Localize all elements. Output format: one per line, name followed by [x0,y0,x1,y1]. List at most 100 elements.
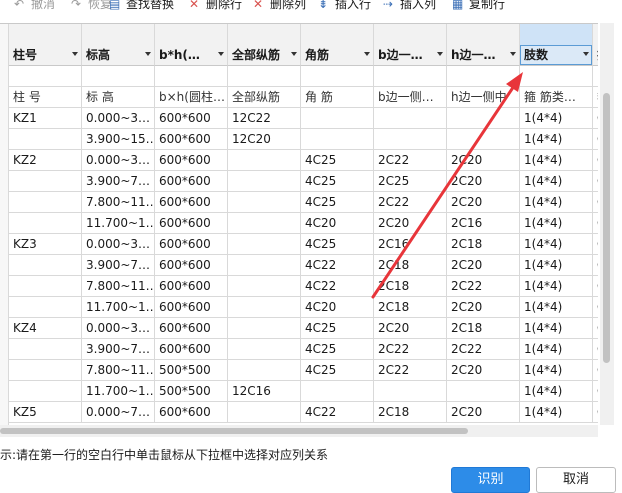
table-cell[interactable]: 0.000~3… [82,318,155,339]
table-cell[interactable]: 1(4*4) [520,360,593,381]
table-cell[interactable] [228,360,301,381]
table-cell[interactable]: 12C22 [228,108,301,129]
table-cell[interactable]: 2C18 [447,318,520,339]
table-cell[interactable]: C [593,129,598,150]
blank-cell[interactable] [228,66,301,87]
table-cell[interactable]: 12C16 [228,381,301,402]
column-mapping-dropdown[interactable]: 肢数 [520,24,593,66]
table-cell[interactable] [228,402,301,423]
table-cell[interactable]: C [593,108,598,129]
table-cell[interactable]: 4C25 [301,339,374,360]
table-cell[interactable]: 1(4*4) [520,255,593,276]
table-row[interactable]: KZ20.000~3…600*600 4C252C222C201(4*4)C [0,150,598,171]
table-cell[interactable] [228,339,301,360]
table-cell[interactable] [9,192,82,213]
table-cell[interactable]: 1(4*4) [520,381,593,402]
table-cell[interactable]: 600*600 [155,171,228,192]
table-cell[interactable]: 7.800~11… [82,192,155,213]
table-cell[interactable]: C [593,276,598,297]
table-cell[interactable] [374,381,447,402]
table-cell[interactable] [228,255,301,276]
column-mapping-dropdown[interactable]: 拉 [593,24,598,66]
table-cell[interactable]: KZ5 [9,402,82,423]
table-cell[interactable] [447,129,520,150]
column-mapping-dropdown[interactable]: h边一… [447,24,520,66]
table-cell[interactable]: 4C20 [301,213,374,234]
table-cell[interactable]: 1(4*4) [520,297,593,318]
table-cell[interactable]: KZ4 [9,318,82,339]
table-cell[interactable]: 1(4*4) [520,129,593,150]
table-cell[interactable]: 2C22 [374,360,447,381]
table-cell[interactable]: 1(4*4) [520,192,593,213]
table-cell[interactable] [9,255,82,276]
table-cell[interactable]: 500*500 [155,381,228,402]
horizontal-scrollbar-thumb[interactable] [0,428,468,434]
toolbar-item[interactable]: ✕ 删除列 [253,0,306,12]
table-row[interactable]: 7.800~11…600*600 4C252C222C201(4*4)C [0,192,598,213]
table-cell[interactable]: 600*600 [155,213,228,234]
table-cell[interactable] [374,108,447,129]
table-cell[interactable]: 600*600 [155,129,228,150]
blank-cell[interactable] [9,66,82,87]
chevron-down-icon[interactable] [583,52,589,56]
table-cell[interactable] [228,234,301,255]
table-cell[interactable]: 2C22 [374,150,447,171]
table-cell[interactable] [228,318,301,339]
table-cell[interactable]: 2C20 [374,213,447,234]
table-row[interactable]: KZ40.000~3…600*600 4C252C202C181(4*4)C [0,318,598,339]
table-row[interactable]: 7.800~11…500*500 4C252C222C201(4*4)C [0,360,598,381]
vertical-scrollbar[interactable] [600,23,614,425]
table-cell[interactable]: 11.700~1… [82,381,155,402]
table-row[interactable]: 3.900~7…600*600 4C222C182C201(4*4)C [0,255,598,276]
chevron-down-icon[interactable] [364,52,370,56]
table-cell[interactable]: 7.800~11… [82,276,155,297]
table-cell[interactable] [9,213,82,234]
table-cell[interactable]: 2C22 [374,339,447,360]
column-mapping-dropdown[interactable]: 柱号 [9,24,82,66]
table-cell[interactable]: 1(4*4) [520,339,593,360]
table-cell[interactable]: 4C25 [301,234,374,255]
table-cell[interactable]: 2C16 [447,213,520,234]
table-cell[interactable]: 4C22 [301,276,374,297]
table-cell[interactable] [9,381,82,402]
table-row[interactable]: 7.800~11…600*600 4C222C182C221(4*4)C [0,276,598,297]
table-cell[interactable]: 2C20 [447,255,520,276]
table-cell[interactable]: 4C25 [301,192,374,213]
table-cell[interactable]: 2C16 [374,234,447,255]
table-cell[interactable]: 600*600 [155,255,228,276]
table-cell[interactable]: 2C20 [447,171,520,192]
table-cell[interactable] [9,171,82,192]
table-cell[interactable] [9,276,82,297]
table-cell[interactable]: C [593,171,598,192]
chevron-down-icon[interactable] [218,52,224,56]
table-cell[interactable]: 2C20 [447,192,520,213]
table-cell[interactable]: 12C20 [228,129,301,150]
table-cell[interactable]: C [593,255,598,276]
table-cell[interactable]: 2C18 [374,255,447,276]
table-cell[interactable] [9,360,82,381]
table-cell[interactable] [374,129,447,150]
table-cell[interactable] [9,297,82,318]
table-cell[interactable]: 4C25 [301,150,374,171]
blank-cell[interactable] [593,66,598,87]
column-mapping-dropdown[interactable]: 标高 [82,24,155,66]
table-cell[interactable]: 600*600 [155,192,228,213]
blank-cell[interactable] [301,66,374,87]
table-cell[interactable]: 3.900~7… [82,255,155,276]
table-cell[interactable]: 2C20 [447,150,520,171]
table-cell[interactable] [228,150,301,171]
table-cell[interactable]: 2C20 [447,297,520,318]
blank-cell[interactable] [520,66,593,87]
table-cell[interactable]: 600*600 [155,234,228,255]
table-cell[interactable]: 600*600 [155,318,228,339]
chevron-down-icon[interactable] [145,52,151,56]
table-cell[interactable] [9,339,82,360]
table-cell[interactable] [228,297,301,318]
table-cell[interactable]: 2C22 [447,339,520,360]
table-cell[interactable]: KZ2 [9,150,82,171]
table-cell[interactable]: C [593,339,598,360]
table-cell[interactable]: 1(4*4) [520,234,593,255]
table-cell[interactable]: KZ3 [9,234,82,255]
table-cell[interactable]: 4C25 [301,360,374,381]
column-mapping-dropdown[interactable]: 角筋 [301,24,374,66]
